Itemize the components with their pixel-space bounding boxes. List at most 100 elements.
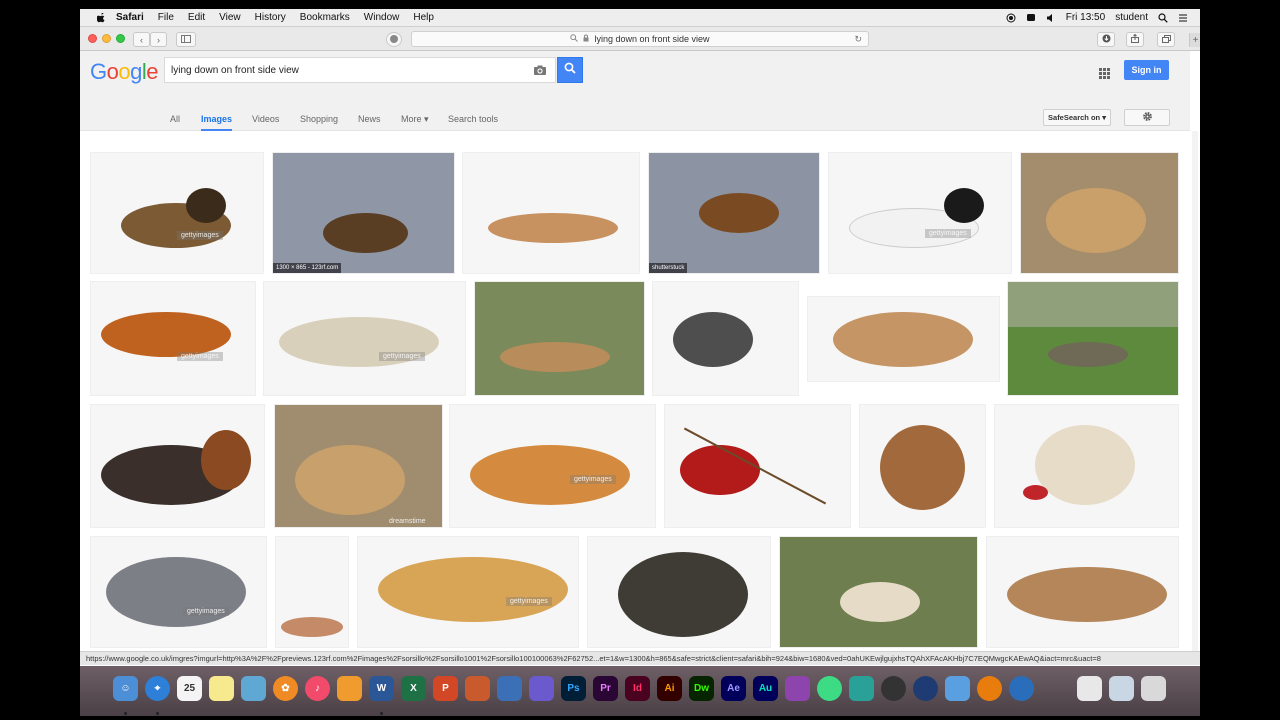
photoshop-icon[interactable]: Ps — [561, 676, 586, 701]
sidebar-button[interactable] — [176, 32, 196, 47]
image-result-lion-lying[interactable] — [1020, 152, 1179, 274]
tab-videos[interactable]: Videos — [252, 114, 279, 131]
search-button[interactable] — [557, 57, 583, 83]
camera-icon[interactable] — [533, 64, 547, 76]
image-result-man-lying[interactable] — [275, 536, 349, 648]
image-result-afghan-hound[interactable] — [462, 152, 640, 274]
quicktime-icon[interactable] — [1009, 676, 1034, 701]
image-result-calico-cat[interactable]: gettyimages — [828, 152, 1012, 274]
image-result-german-shepherd[interactable]: gettyimages — [90, 152, 264, 274]
safesearch-dropdown[interactable]: SafeSearch on ▾ — [1043, 109, 1111, 126]
menu-view[interactable]: View — [219, 12, 241, 23]
itunes-icon[interactable]: ♪ — [305, 676, 330, 701]
image-result-basset-hound[interactable] — [90, 404, 265, 528]
reload-icon[interactable]: ↻ — [854, 34, 862, 45]
back-button[interactable]: ‹ — [133, 32, 150, 47]
image-result-lioness[interactable] — [474, 281, 645, 396]
after-effects-icon[interactable]: Ae — [721, 676, 746, 701]
image-result-orange-cat[interactable]: gettyimages — [449, 404, 656, 528]
image-result-grey-cats[interactable]: gettyimages — [90, 536, 267, 648]
image-result-yellow-labrador[interactable]: gettyimages — [357, 536, 579, 648]
menu-history[interactable]: History — [255, 12, 286, 23]
image-result-violin[interactable] — [664, 404, 851, 528]
ibooks-icon[interactable] — [337, 676, 362, 701]
trash-icon[interactable] — [1141, 676, 1166, 701]
image-result-tabby-cat[interactable] — [587, 536, 771, 648]
cinema4d-icon[interactable] — [913, 676, 938, 701]
sign-in-button[interactable]: Sign in — [1124, 60, 1169, 80]
zoom-window-button[interactable] — [116, 34, 125, 43]
apple-menu-icon[interactable] — [94, 11, 108, 25]
menu-edit[interactable]: Edit — [188, 12, 205, 23]
minimize-window-button[interactable] — [102, 34, 111, 43]
word-icon[interactable]: W — [369, 676, 394, 701]
volume-icon[interactable] — [1046, 13, 1056, 23]
app-icon[interactable] — [881, 676, 906, 701]
pages-icon[interactable] — [529, 676, 554, 701]
photos-icon[interactable]: ✿ — [273, 676, 298, 701]
app-icon[interactable] — [785, 676, 810, 701]
clock[interactable]: Fri 13:50 — [1066, 12, 1105, 23]
notes-icon[interactable] — [209, 676, 234, 701]
tab-news[interactable]: News — [358, 114, 381, 131]
tab-more[interactable]: More ▾ — [401, 114, 429, 131]
tab-all[interactable]: All — [170, 114, 180, 131]
image-result-bengal-cat[interactable] — [986, 536, 1179, 648]
spotlight-search-icon[interactable] — [1158, 12, 1168, 23]
notification-icon[interactable] — [1026, 13, 1036, 23]
menu-file[interactable]: File — [158, 12, 174, 23]
excel-icon[interactable]: X — [401, 676, 426, 701]
indesign-icon[interactable]: Id — [625, 676, 650, 701]
settings-button[interactable] — [1124, 109, 1170, 126]
menu-bookmarks[interactable]: Bookmarks — [300, 12, 350, 23]
image-result-kitten[interactable] — [652, 281, 799, 396]
downloads-stack-icon[interactable] — [1109, 676, 1134, 701]
illustrator-icon[interactable]: Ai — [657, 676, 682, 701]
safari-icon[interactable]: ⌖ — [145, 676, 170, 701]
image-result-cat-on-fabric[interactable]: 1300 × 865 - 123rf.com — [272, 152, 455, 274]
documents-icon[interactable] — [1077, 676, 1102, 701]
android-studio-icon[interactable] — [817, 676, 842, 701]
xcode-icon[interactable] — [945, 676, 970, 701]
preview-icon[interactable] — [241, 676, 266, 701]
apps-grid-icon[interactable] — [1099, 66, 1110, 79]
tab-search-tools[interactable]: Search tools — [448, 114, 498, 131]
dreamweaver-icon[interactable]: Dw — [689, 676, 714, 701]
menu-help[interactable]: Help — [413, 12, 434, 23]
menu-app-name[interactable]: Safari — [116, 12, 144, 23]
user-name[interactable]: student — [1115, 12, 1148, 23]
keynote-icon[interactable] — [465, 676, 490, 701]
new-tab-button[interactable]: + — [1189, 33, 1200, 47]
image-result-shar-pei[interactable] — [807, 296, 1000, 382]
numbers-icon[interactable] — [497, 676, 522, 701]
google-logo[interactable]: Google — [90, 59, 159, 85]
image-result-chow-dog[interactable]: gettyimages — [90, 281, 256, 396]
powerpoint-icon[interactable]: P — [433, 676, 458, 701]
tab-shopping[interactable]: Shopping — [300, 114, 338, 131]
image-result-lion-dreamstime[interactable]: dreamstime — [274, 404, 443, 528]
address-bar[interactable]: lying down on front side view ↻ — [411, 31, 869, 47]
tab-images[interactable]: Images — [201, 114, 233, 131]
image-result-pit-bull[interactable] — [859, 404, 986, 528]
blender-icon[interactable] — [977, 676, 1002, 701]
notification-center-icon[interactable] — [1178, 13, 1188, 23]
close-window-button[interactable] — [88, 34, 97, 43]
search-input[interactable]: lying down on front side view — [164, 57, 556, 83]
adblock-button[interactable] — [386, 32, 402, 47]
menu-window[interactable]: Window — [364, 12, 400, 23]
tabs-overview-button[interactable] — [1157, 32, 1175, 47]
downloads-button[interactable] — [1097, 32, 1115, 47]
image-result-person-grass[interactable] — [1007, 281, 1179, 396]
share-button[interactable] — [1126, 32, 1144, 47]
record-icon[interactable] — [1006, 13, 1016, 23]
app-icon[interactable] — [849, 676, 874, 701]
image-result-cat-shutterstock[interactable]: shutterstuck — [648, 152, 820, 274]
image-result-lamb[interactable]: gettyimages — [263, 281, 466, 396]
finder-icon[interactable]: ☺ — [113, 676, 138, 701]
audition-icon[interactable]: Au — [753, 676, 778, 701]
image-result-labrador-toy[interactable] — [994, 404, 1179, 528]
forward-button[interactable]: › — [150, 32, 167, 47]
premiere-icon[interactable]: Pr — [593, 676, 618, 701]
calendar-icon[interactable]: 25 — [177, 676, 202, 701]
image-result-puppy-grass[interactable] — [779, 536, 978, 648]
